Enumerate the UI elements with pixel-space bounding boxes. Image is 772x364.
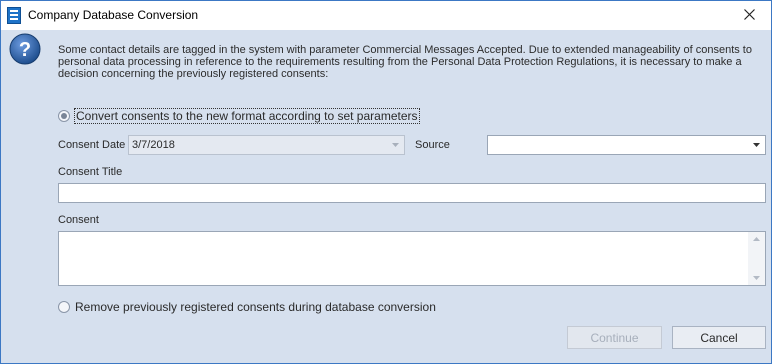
chevron-down-icon[interactable] (387, 136, 404, 154)
consent-date-label: Consent Date (58, 139, 126, 151)
consent-textarea[interactable] (58, 231, 766, 286)
scroll-down-icon[interactable] (748, 271, 765, 285)
convert-option-label: Convert consents to the new format accor… (74, 108, 420, 124)
source-dropdown[interactable] (487, 135, 766, 155)
convert-radio[interactable] (58, 110, 70, 122)
cancel-button[interactable]: Cancel (672, 326, 766, 349)
vertical-scrollbar[interactable] (748, 232, 765, 285)
convert-option[interactable]: Convert consents to the new format accor… (58, 108, 420, 124)
continue-button[interactable]: Continue (567, 326, 662, 349)
dialog-content: ? Some contact details are tagged in the… (1, 30, 771, 363)
remove-radio[interactable] (58, 301, 70, 313)
title-bar: Company Database Conversion (1, 1, 771, 30)
consent-label: Consent (58, 214, 99, 226)
chevron-down-icon[interactable] (748, 136, 765, 154)
close-icon (743, 8, 755, 23)
remove-option-label: Remove previously registered consents du… (75, 300, 436, 314)
remove-option[interactable]: Remove previously registered consents du… (58, 300, 436, 314)
consent-title-input[interactable] (58, 183, 766, 203)
question-icon: ? (9, 33, 41, 65)
close-button[interactable] (727, 1, 771, 30)
consent-date-value: 3/7/2018 (132, 139, 175, 151)
svg-text:?: ? (19, 39, 31, 61)
window-title: Company Database Conversion (28, 8, 199, 22)
info-message: Some contact details are tagged in the s… (58, 44, 752, 80)
source-label: Source (415, 139, 450, 151)
consent-title-label: Consent Title (58, 166, 123, 178)
dialog-window: Company Database Conversion ? Some conta… (0, 0, 772, 364)
database-icon (7, 7, 21, 24)
scroll-up-icon[interactable] (748, 232, 765, 246)
consent-date-picker[interactable]: 3/7/2018 (128, 135, 405, 155)
